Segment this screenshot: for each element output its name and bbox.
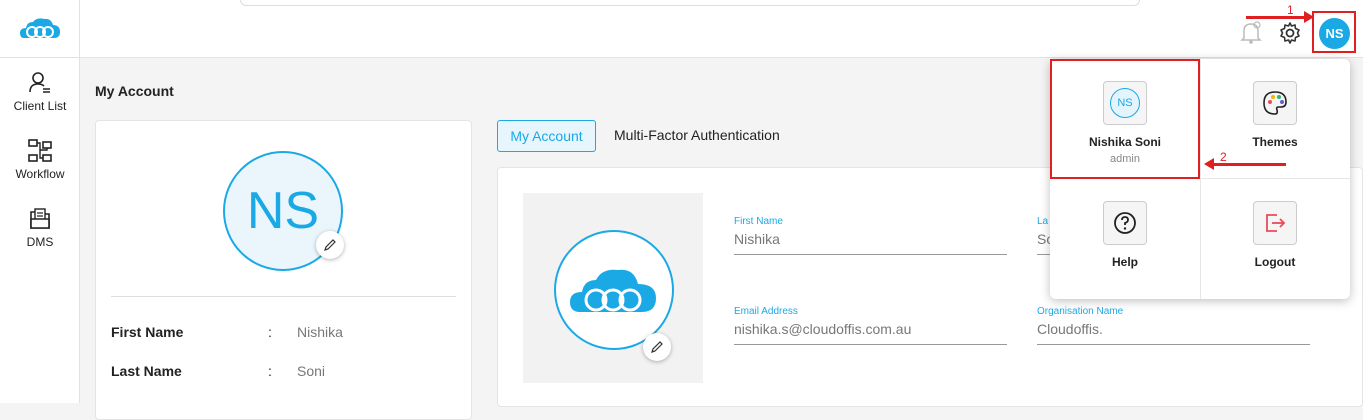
edit-avatar-button[interactable] <box>316 231 344 259</box>
sidebar-item-dms[interactable]: DMS <box>0 206 80 249</box>
sidebar-item-label: Workflow <box>15 167 65 181</box>
profile-row-value: Soni <box>297 363 326 379</box>
tab-my-account[interactable]: My Account <box>497 120 596 152</box>
sidebar-item-label: Client List <box>13 99 67 113</box>
menu-item-label: Logout <box>1254 255 1296 269</box>
annotation-step-1: 1 <box>1287 3 1294 17</box>
field-value[interactable]: Cloudoffis. <box>1037 321 1310 345</box>
annotation-arrow-1 <box>1246 11 1314 23</box>
profile-divider <box>111 296 456 297</box>
cloud-logo-icon <box>19 18 60 38</box>
settings-gear-icon[interactable] <box>1278 21 1302 45</box>
dms-icon <box>30 208 50 229</box>
annotation-highlight-profile <box>1050 59 1200 179</box>
top-bar: NS <box>0 0 1363 58</box>
profile-row-separator: : <box>268 363 272 379</box>
client-list-icon <box>29 72 50 93</box>
cloud-logo-icon <box>570 269 656 312</box>
help-icon <box>1103 201 1147 245</box>
page-title: My Account <box>95 83 174 99</box>
profile-row-value: Nishika <box>297 324 343 340</box>
annotation-highlight-avatar <box>1312 11 1356 53</box>
organisation-logo <box>554 230 674 350</box>
organisation-logo-panel <box>523 193 703 383</box>
sidebar: Client List Workflow DMS <box>0 58 80 403</box>
field-label: Organisation Name <box>1037 306 1124 317</box>
logout-icon <box>1253 201 1297 245</box>
palette-icon <box>1253 81 1297 125</box>
field-label: Email Address <box>734 306 798 317</box>
edit-logo-button[interactable] <box>643 333 671 361</box>
email-field[interactable]: Email Address nishika.s@cloudoffis.com.a… <box>734 306 1007 345</box>
notification-bell-icon[interactable] <box>1240 20 1262 44</box>
menu-item-logout[interactable]: Logout <box>1200 179 1350 299</box>
menu-item-label: Themes <box>1252 135 1298 149</box>
sidebar-item-client-list[interactable]: Client List <box>0 70 80 113</box>
first-name-field[interactable]: First Name Nishika <box>734 216 1007 255</box>
menu-item-label: Help <box>1111 255 1138 269</box>
profile-row-separator: : <box>268 324 272 340</box>
profile-row-label: First Name <box>111 324 184 340</box>
top-decor-line <box>240 0 1140 6</box>
tab-multi-factor-authentication[interactable]: Multi-Factor Authentication <box>614 127 780 143</box>
annotation-step-2: 2 <box>1220 150 1227 164</box>
workflow-icon <box>28 139 52 162</box>
pencil-icon <box>324 239 336 251</box>
sidebar-item-workflow[interactable]: Workflow <box>0 138 80 181</box>
profile-card: NS First Name : Nishika Last Name : Soni <box>95 120 472 420</box>
pencil-icon <box>651 341 663 353</box>
field-label: First Name <box>734 216 783 227</box>
profile-row-label: Last Name <box>111 363 182 379</box>
menu-item-help[interactable]: Help <box>1050 179 1200 299</box>
organisation-name-field[interactable]: Organisation Name Cloudoffis. <box>1037 306 1310 345</box>
sidebar-item-label: DMS <box>26 235 54 249</box>
field-value[interactable]: Nishika <box>734 231 1007 255</box>
field-value[interactable]: nishika.s@cloudoffis.com.au <box>734 321 1007 345</box>
brand-logo[interactable] <box>0 0 80 58</box>
